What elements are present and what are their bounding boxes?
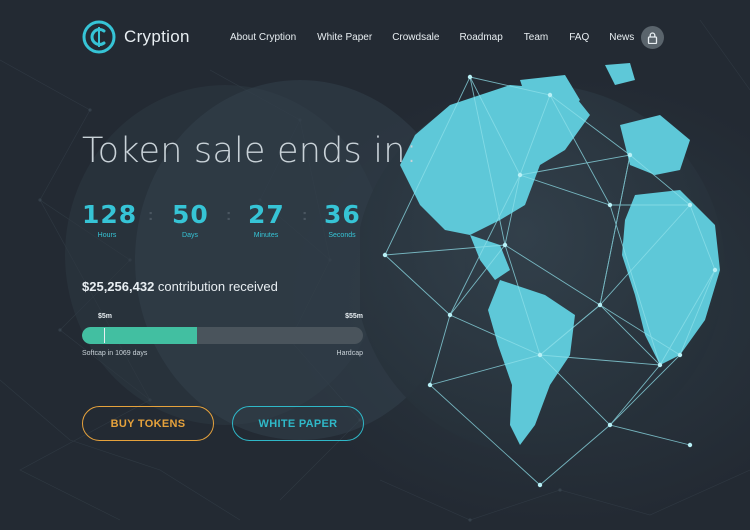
nav-news[interactable]: News bbox=[609, 32, 634, 43]
countdown-days: 50 Days bbox=[172, 200, 208, 239]
nav-about-cryption[interactable]: About Cryption bbox=[230, 32, 296, 43]
hardcap-label: Hardcap bbox=[336, 350, 363, 357]
countdown-minutes-value: 27 bbox=[248, 200, 285, 229]
countdown-separator: : bbox=[226, 207, 232, 224]
countdown-hours-value: 128 bbox=[82, 200, 138, 229]
nav-roadmap[interactable]: Roadmap bbox=[459, 32, 502, 43]
progress-bar-fill bbox=[82, 327, 198, 344]
brand-name: Cryption bbox=[124, 27, 190, 46]
countdown-seconds: 36 Seconds bbox=[324, 200, 360, 239]
countdown-minutes-label: Minutes bbox=[253, 232, 279, 239]
buy-tokens-button[interactable]: BUY TOKENS bbox=[82, 406, 214, 441]
nav-crowdsale[interactable]: Crowdsale bbox=[392, 32, 439, 43]
white-paper-button[interactable]: WHITE PAPER bbox=[232, 406, 364, 441]
softcap-marker bbox=[104, 328, 105, 343]
cent-coin-logo-icon bbox=[82, 20, 116, 54]
lock-button[interactable] bbox=[641, 26, 664, 49]
contribution-text: contribution received bbox=[157, 279, 278, 294]
brand-logo[interactable]: Cryption bbox=[82, 20, 190, 54]
countdown-minutes: 27 Minutes bbox=[248, 200, 284, 239]
countdown-hours-label: Hours bbox=[97, 232, 117, 239]
countdown-days-label: Days bbox=[182, 232, 198, 239]
countdown-separator: : bbox=[148, 207, 154, 224]
lock-icon bbox=[647, 31, 658, 44]
hero-title: Token sale ends in: bbox=[82, 131, 418, 171]
nav-faq[interactable]: FAQ bbox=[569, 32, 589, 43]
softcap-value: $5m bbox=[98, 313, 113, 320]
nav-team[interactable]: Team bbox=[524, 32, 548, 43]
hardcap-value: $55m bbox=[345, 313, 363, 320]
countdown-hours: 128 Hours bbox=[82, 200, 138, 239]
contribution-amount: $25,256,432 bbox=[82, 279, 155, 294]
world-globe-illustration bbox=[360, 63, 725, 488]
contribution-summary: $25,256,432 contribution received bbox=[82, 279, 278, 294]
nav-white-paper[interactable]: White Paper bbox=[317, 32, 372, 43]
sale-progress: $5m $55m Softcap in 1069 days Hardcap bbox=[82, 313, 363, 364]
countdown-seconds-label: Seconds bbox=[328, 232, 356, 239]
countdown-timer: 128 Hours : 50 Days : 27 Minutes : 36 Se… bbox=[82, 200, 382, 250]
countdown-separator: : bbox=[302, 207, 308, 224]
countdown-days-value: 50 bbox=[172, 200, 209, 229]
progress-bar bbox=[82, 327, 363, 344]
main-nav: About Cryption White Paper Crowdsale Roa… bbox=[230, 32, 634, 43]
countdown-seconds-value: 36 bbox=[324, 200, 361, 229]
softcap-label: Softcap in 1069 days bbox=[82, 350, 148, 357]
